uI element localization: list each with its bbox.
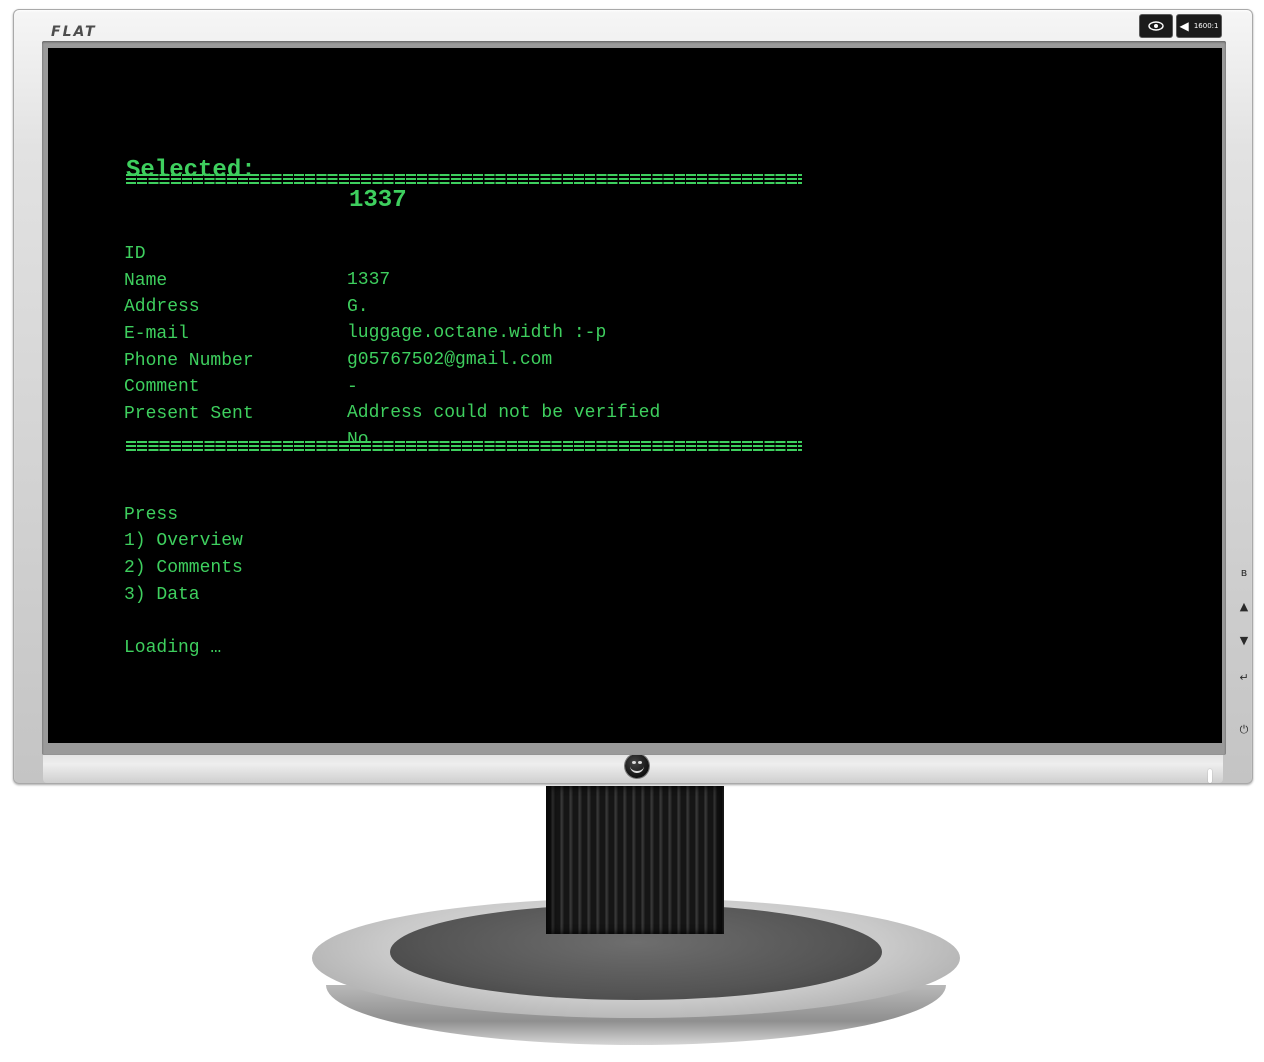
spec-badges: ◀ 1600:1 <box>1139 14 1222 38</box>
press-prompt: Press <box>124 505 179 525</box>
selected-value: 1337 <box>349 187 407 214</box>
menu-option-data[interactable]: 3) Data <box>124 582 200 608</box>
field-value: Address could not be verified <box>347 403 661 423</box>
down-arrow-icon[interactable]: ▼ <box>1235 632 1253 650</box>
field-row-phone: Phone Number - <box>124 322 824 397</box>
brand-logo: FLAT <box>51 24 97 40</box>
field-row-id: ID 1337 <box>124 215 824 290</box>
loading-status: Loading … <box>124 638 222 658</box>
divider-top <box>126 174 802 184</box>
selected-heading: Selected: 1337 <box>126 126 826 214</box>
field-row-comment: Comment Address could not be verified <box>124 348 824 423</box>
menu-option-comments[interactable]: 2) Comments <box>124 555 243 581</box>
stand-neck <box>546 786 724 934</box>
power-led-indicator <box>1208 769 1212 783</box>
divider-bottom <box>126 441 802 451</box>
spec-badge-text: 1600:1 <box>1193 22 1219 30</box>
enter-icon[interactable]: ↵ <box>1235 669 1253 687</box>
menu-icon[interactable]: ʙ <box>1235 564 1253 582</box>
spec-badge: ◀ 1600:1 <box>1176 14 1222 38</box>
field-row-email: E-mail g05767502@gmail.com <box>124 295 824 370</box>
field-key: Present Sent <box>124 404 254 424</box>
field-row-name: Name G. <box>124 242 824 317</box>
eye-icon <box>1139 14 1173 38</box>
smiley-logo-icon <box>625 754 649 778</box>
field-row-address: Address luggage.octane.width :-p <box>124 268 824 343</box>
up-arrow-icon[interactable]: ▲ <box>1235 598 1253 616</box>
menu-option-overview[interactable]: 1) Overview <box>124 528 243 554</box>
power-icon[interactable]: ⏻ <box>1235 721 1253 739</box>
speaker-icon: ◀ <box>1179 19 1189 33</box>
monitor-screen: Selected: 1337 ID 1337 Name G. Address l… <box>48 48 1222 743</box>
field-row-present-sent: Present Sent No <box>124 375 824 450</box>
